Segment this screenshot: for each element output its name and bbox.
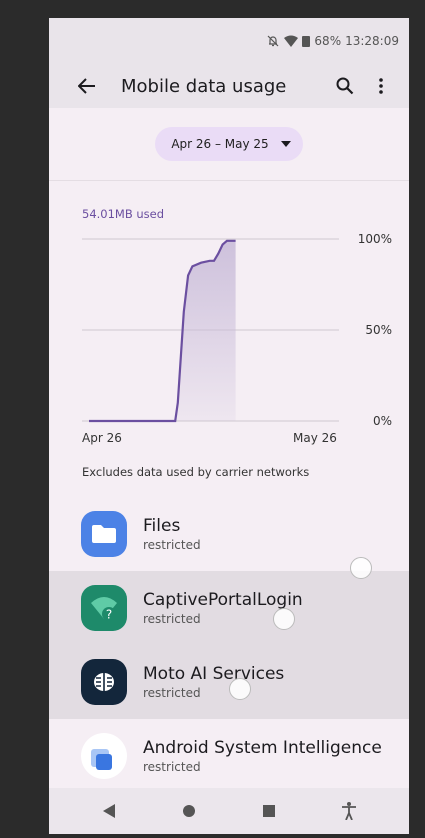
home-nav-icon[interactable] <box>171 793 207 829</box>
app-row-android-system-intelligence[interactable]: Android System Intelligence restricted <box>49 719 409 793</box>
more-options-icon[interactable] <box>365 70 397 102</box>
dropdown-arrow-icon <box>280 141 291 147</box>
app-row-moto-ai-services[interactable]: Moto AI Services restricted <box>49 645 409 719</box>
wifi-icon <box>284 35 299 47</box>
search-icon[interactable] <box>329 70 361 102</box>
back-arrow-icon[interactable] <box>75 74 99 98</box>
touch-indicator <box>350 557 372 579</box>
y-tick-50: 50% <box>365 323 392 337</box>
app-row-captiveportallogin[interactable]: ? CaptivePortalLogin restricted <box>49 571 409 645</box>
clock: 13:28:09 <box>345 34 399 48</box>
back-nav-icon[interactable] <box>91 793 127 829</box>
files-icon <box>81 511 127 557</box>
battery-icon <box>302 35 311 47</box>
svg-text:?: ? <box>106 608 112 622</box>
battery-level: 68% <box>314 34 342 48</box>
app-status: restricted <box>143 759 201 774</box>
carrier-note: Excludes data used by carrier networks <box>82 465 310 479</box>
app-bar: Mobile data usage <box>49 64 409 108</box>
touch-indicator <box>273 608 295 630</box>
date-range-label: Apr 26 – May 25 <box>171 137 269 151</box>
recents-nav-icon[interactable] <box>251 793 287 829</box>
asi-icon <box>81 733 127 779</box>
y-tick-0: 0% <box>372 414 392 428</box>
captive-portal-icon: ? <box>81 585 127 631</box>
app-status: restricted <box>143 537 201 552</box>
x-label-start: Apr 26 <box>82 431 122 445</box>
app-name: Moto AI Services <box>143 663 285 684</box>
accessibility-icon[interactable] <box>331 793 367 829</box>
status-bar: 68% 13:28:09 <box>49 18 409 64</box>
usage-area <box>89 240 236 421</box>
date-range-dropdown[interactable]: Apr 26 – May 25 <box>155 127 303 161</box>
x-label-end: May 26 <box>293 431 337 445</box>
page-title: Mobile data usage <box>121 75 287 97</box>
y-tick-100: 100% <box>357 232 392 246</box>
date-range-section: Apr 26 – May 25 <box>49 108 409 181</box>
usage-chart <box>82 238 339 423</box>
app-name: Android System Intelligence <box>143 737 382 758</box>
phone-screen: 68% 13:28:09 Mobile data usage Apr 26 – … <box>49 18 409 834</box>
navigation-bar <box>49 788 409 834</box>
app-name: Files <box>143 515 181 536</box>
app-status: restricted <box>143 685 201 700</box>
touch-indicator <box>229 678 251 700</box>
do-not-disturb-off-icon <box>266 34 280 48</box>
moto-ai-icon <box>81 659 127 705</box>
app-name: CaptivePortalLogin <box>143 589 303 610</box>
